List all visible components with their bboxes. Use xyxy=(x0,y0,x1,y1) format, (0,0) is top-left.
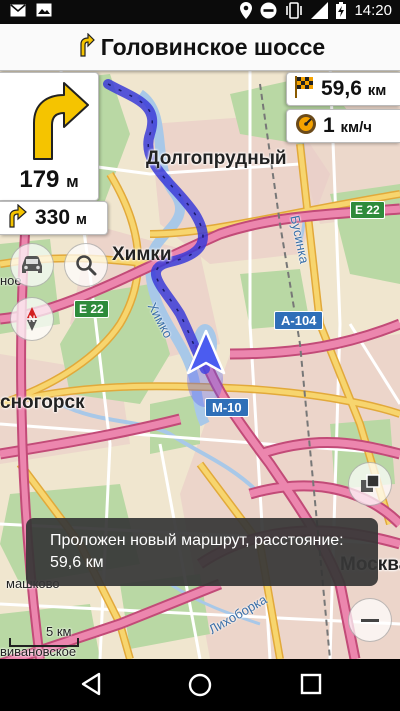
mail-icon xyxy=(10,3,26,17)
recent-apps-icon xyxy=(300,673,322,695)
finish-flag-icon xyxy=(295,75,315,103)
next-turn-distance: 330 м xyxy=(35,206,87,230)
current-speed-unit: км/ч xyxy=(340,119,373,136)
back-button[interactable] xyxy=(78,671,104,702)
road-shield-m10: M-10 xyxy=(205,398,249,417)
vibrate-icon xyxy=(285,2,303,19)
current-speed-value: 1 xyxy=(323,114,335,137)
search-icon xyxy=(76,255,97,276)
current-speed: 1 км/ч xyxy=(323,114,372,138)
route-toast-message: Проложен новый маршрут, расстояние: 59,6… xyxy=(50,532,344,571)
map-label-krasnogorsk: сногорск xyxy=(0,392,85,413)
compass-button[interactable]: N xyxy=(10,297,54,341)
next-turn-distance-value: 330 xyxy=(35,206,71,229)
vehicle-position-icon xyxy=(186,329,226,375)
route-toast: Проложен новый маршрут, расстояние: 59,6… xyxy=(26,518,378,586)
home-icon xyxy=(188,673,212,697)
map-label-dolgoprudny: Долгопрудный xyxy=(146,148,287,169)
remaining-distance-widget[interactable]: 59,6 км xyxy=(286,72,400,106)
map-scale-bar xyxy=(9,638,79,647)
speed-widget[interactable]: 1 км/ч xyxy=(286,109,400,143)
road-shield-e22-right: E 22 xyxy=(350,201,385,219)
search-button[interactable] xyxy=(64,243,108,287)
car-icon xyxy=(22,256,42,273)
battery-charging-icon xyxy=(336,2,347,19)
next-turn-right-icon xyxy=(6,203,30,233)
street-name: Головинское шоссе xyxy=(100,33,326,60)
remaining-distance-unit: км xyxy=(367,82,387,99)
signal-icon xyxy=(311,2,329,19)
compass-icon: N xyxy=(27,307,37,331)
turn-distance: 179 м xyxy=(0,166,98,194)
road-shield-a104: A-104 xyxy=(274,311,324,330)
current-street-banner: Головинское шоссе xyxy=(0,24,400,71)
minus-icon xyxy=(361,619,379,622)
back-icon xyxy=(81,672,101,696)
turn-instruction-panel[interactable]: 179 м xyxy=(0,72,99,201)
layers-button[interactable] xyxy=(348,462,392,506)
recent-apps-button[interactable] xyxy=(298,671,324,702)
speedometer-icon xyxy=(295,113,317,140)
image-icon xyxy=(36,3,52,17)
location-icon xyxy=(240,2,253,19)
home-button[interactable] xyxy=(186,671,214,704)
status-bar: 14:20 xyxy=(0,0,400,24)
turn-distance-unit: м xyxy=(66,172,79,191)
remaining-distance-value: 59,6 xyxy=(321,77,362,100)
vehicle-mode-button[interactable] xyxy=(10,243,54,287)
turn-right-icon xyxy=(33,82,89,160)
turn-distance-value: 179 xyxy=(19,166,60,193)
road-shield-e22-left: E 22 xyxy=(74,300,109,318)
remaining-distance: 59,6 км xyxy=(321,77,386,101)
system-navigation-bar xyxy=(0,659,400,711)
next-turn-panel[interactable]: 330 м xyxy=(0,201,108,235)
next-turn-distance-unit: м xyxy=(75,211,87,228)
zoom-out-button[interactable] xyxy=(348,598,392,642)
status-time: 14:20 xyxy=(354,2,392,19)
map-label-khimki: Химки xyxy=(112,244,172,265)
layers-icon xyxy=(361,474,380,492)
svg-text:N: N xyxy=(29,314,36,324)
turn-right-small-icon xyxy=(75,32,95,62)
do-not-disturb-icon xyxy=(260,2,277,19)
